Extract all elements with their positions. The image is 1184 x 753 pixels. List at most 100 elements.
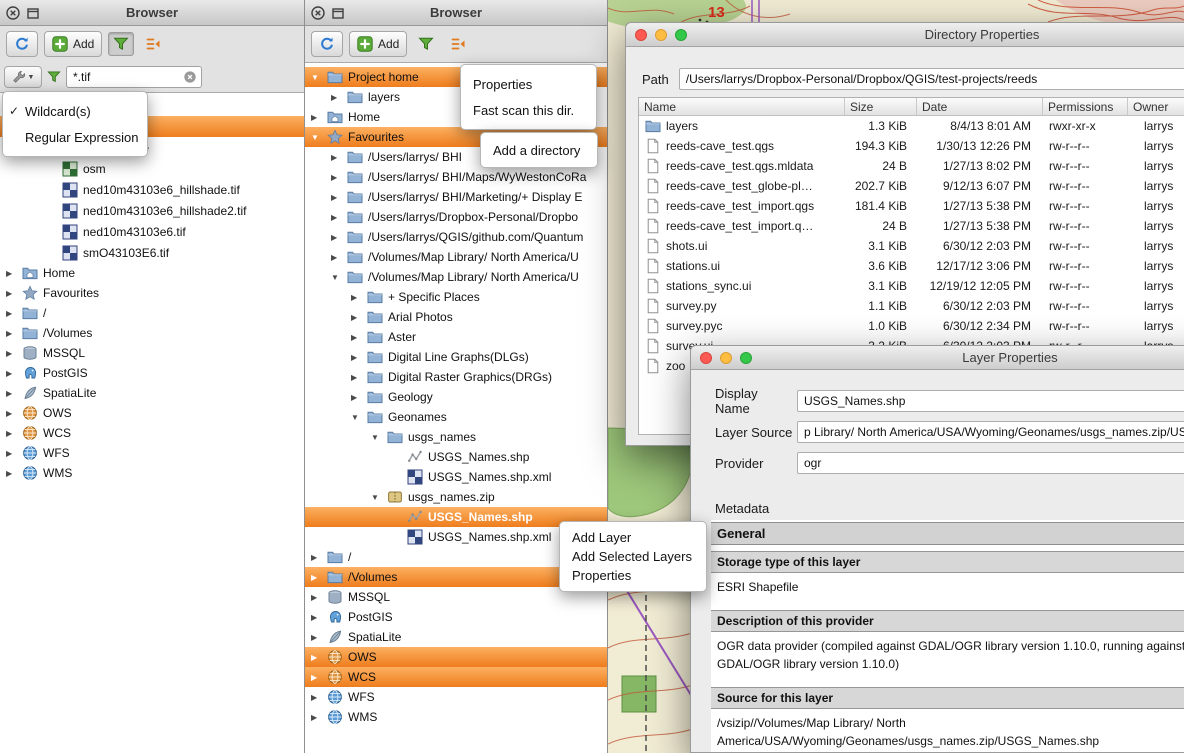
chevron-down-icon[interactable]: ▼: [371, 493, 387, 502]
column-header-owner[interactable]: Owner: [1128, 98, 1184, 115]
tree-item-ned10m43103e6-tif[interactable]: ned10m43103e6.tif: [0, 221, 304, 242]
tree-item-spatialite[interactable]: ▶SpatiaLite: [0, 383, 304, 403]
chevron-down-icon[interactable]: ▼: [371, 433, 387, 442]
layer-source-input[interactable]: [797, 421, 1184, 443]
tree-item-ows[interactable]: ▶OWS: [0, 403, 304, 423]
file-row-survey-pyc[interactable]: survey.pyc1.0 KiB6/30/12 2:34 PMrw-r--r-…: [639, 316, 1184, 336]
tree-item-volumes[interactable]: ▶/Volumes: [0, 323, 304, 343]
chevron-right-icon[interactable]: ▶: [331, 193, 347, 202]
minimize-button[interactable]: [720, 352, 732, 364]
chevron-right-icon[interactable]: ▶: [311, 613, 327, 622]
tree-item-row[interactable]: ▶/: [0, 303, 304, 323]
menu-item-properties[interactable]: Properties: [560, 566, 706, 585]
chevron-right-icon[interactable]: ▶: [6, 329, 22, 338]
chevron-right-icon[interactable]: ▶: [351, 313, 367, 322]
chevron-down-icon[interactable]: ▼: [311, 73, 327, 82]
tree-item-postgis[interactable]: ▶PostGIS: [305, 607, 607, 627]
path-input[interactable]: [679, 68, 1184, 90]
menu-item-fast-scan-this-dir[interactable]: Fast scan this dir.: [461, 97, 596, 123]
collapse-all-button[interactable]: [445, 32, 471, 56]
tree-item-geology[interactable]: ▶Geology: [305, 387, 607, 407]
filter-button[interactable]: [108, 32, 134, 56]
file-row-survey-py[interactable]: survey.py1.1 KiB6/30/12 2:03 PMrw-r--r--…: [639, 296, 1184, 316]
column-header-date[interactable]: Date: [917, 98, 1043, 115]
chevron-right-icon[interactable]: ▶: [6, 429, 22, 438]
tree-item-wms[interactable]: ▶WMS: [305, 707, 607, 727]
tree-item-osm[interactable]: osm: [0, 158, 304, 179]
tree-item-wcs[interactable]: ▶WCS: [305, 667, 607, 687]
tree-item-usgs-names-zip[interactable]: ▼usgs_names.zip: [305, 487, 607, 507]
file-row-reeds-cave-test-import-q[interactable]: reeds-cave_test_import.q…24 B1/27/13 5:3…: [639, 216, 1184, 236]
column-header-name[interactable]: Name: [639, 98, 845, 115]
menu-item-add-a-directory[interactable]: Add a directory: [481, 139, 597, 161]
menu-item-add-selected-layers[interactable]: Add Selected Layers: [560, 547, 706, 566]
tree-item-specific-places[interactable]: ▶+ Specific Places: [305, 287, 607, 307]
chevron-right-icon[interactable]: ▶: [311, 693, 327, 702]
menu-item-regular-expression[interactable]: Regular Expression: [3, 124, 147, 150]
tree-item-usgs-names-shp-xml[interactable]: USGS_Names.shp.xml: [305, 467, 607, 487]
provider-input[interactable]: [797, 452, 1184, 474]
dock-float-icon[interactable]: [330, 5, 346, 21]
close-button[interactable]: [700, 352, 712, 364]
tree-item-ned10m43103e6-hillshade2-tif[interactable]: ned10m43103e6_hillshade2.tif: [0, 200, 304, 221]
zoom-button[interactable]: [740, 352, 752, 364]
tree-item-spatialite[interactable]: ▶SpatiaLite: [305, 627, 607, 647]
chevron-right-icon[interactable]: ▶: [311, 673, 327, 682]
chevron-right-icon[interactable]: ▶: [331, 93, 347, 102]
chevron-right-icon[interactable]: ▶: [331, 153, 347, 162]
chevron-right-icon[interactable]: ▶: [331, 253, 347, 262]
minimize-button[interactable]: [655, 29, 667, 41]
chevron-right-icon[interactable]: ▶: [311, 593, 327, 602]
tree-item-geonames[interactable]: ▼Geonames: [305, 407, 607, 427]
file-row-shots-ui[interactable]: shots.ui3.1 KiB6/30/12 2:03 PMrw-r--r--l…: [639, 236, 1184, 256]
tree-item-users-larrys-dropbox-personal-dropbo[interactable]: ▶/Users/larrys/Dropbox-Personal/Dropbo: [305, 207, 607, 227]
file-row-stations-sync-ui[interactable]: stations_sync.ui3.1 KiB12/19/12 12:05 PM…: [639, 276, 1184, 296]
chevron-right-icon[interactable]: ▶: [351, 353, 367, 362]
chevron-right-icon[interactable]: ▶: [6, 469, 22, 478]
tree-item-users-larrys-bhi-marketing-display-e[interactable]: ▶/Users/larrys/ BHI/Marketing/+ Display …: [305, 187, 607, 207]
chevron-right-icon[interactable]: ▶: [331, 173, 347, 182]
tree-item-postgis[interactable]: ▶PostGIS: [0, 363, 304, 383]
column-header-size[interactable]: Size: [845, 98, 917, 115]
tree-item-volumes-map-library-north-america-u[interactable]: ▶/Volumes/Map Library/ North America/U: [305, 247, 607, 267]
chevron-right-icon[interactable]: ▶: [351, 333, 367, 342]
file-row-stations-ui[interactable]: stations.ui3.6 KiB12/17/12 3:06 PMrw-r--…: [639, 256, 1184, 276]
tree-item-users-larrys-qgis-github-com-quantum[interactable]: ▶/Users/larrys/QGIS/github.com/Quantum: [305, 227, 607, 247]
chevron-right-icon[interactable]: ▶: [351, 373, 367, 382]
tree-item-volumes-map-library-north-america-u[interactable]: ▼/Volumes/Map Library/ North America/U: [305, 267, 607, 287]
chevron-right-icon[interactable]: ▶: [311, 553, 327, 562]
filter-options-button[interactable]: ▼: [4, 66, 42, 88]
menu-item-wildcard-s[interactable]: ✓Wildcard(s): [3, 98, 147, 124]
menu-item-properties[interactable]: Properties: [461, 71, 596, 97]
chevron-right-icon[interactable]: ▶: [6, 409, 22, 418]
tree-item-digital-raster-graphics-drgs[interactable]: ▶Digital Raster Graphics(DRGs): [305, 367, 607, 387]
tree-item-ows[interactable]: ▶OWS: [305, 647, 607, 667]
zoom-button[interactable]: [675, 29, 687, 41]
chevron-right-icon[interactable]: ▶: [351, 293, 367, 302]
chevron-right-icon[interactable]: ▶: [6, 269, 22, 278]
chevron-right-icon[interactable]: ▶: [331, 213, 347, 222]
tree-item-wms[interactable]: ▶WMS: [0, 463, 304, 483]
dock-float-icon[interactable]: [25, 5, 41, 21]
chevron-down-icon[interactable]: ▼: [331, 273, 347, 282]
add-button[interactable]: Add: [349, 31, 407, 57]
tree-item-usgs-names[interactable]: ▼usgs_names: [305, 427, 607, 447]
tree-item-smo43103e6-tif[interactable]: smO43103E6.tif: [0, 242, 304, 263]
chevron-down-icon[interactable]: ▼: [311, 133, 327, 142]
filter-button[interactable]: [413, 32, 439, 56]
dock-close-icon[interactable]: [310, 5, 326, 21]
chevron-right-icon[interactable]: ▶: [311, 713, 327, 722]
file-row-layers[interactable]: layers1.3 KiB8/4/13 8:01 AMrwxr-xr-xlarr…: [639, 116, 1184, 136]
tree-item-favourites[interactable]: ▶Favourites: [0, 283, 304, 303]
chevron-right-icon[interactable]: ▶: [6, 289, 22, 298]
column-header-permissions[interactable]: Permissions: [1043, 98, 1128, 115]
tree-item-digital-line-graphs-dlgs[interactable]: ▶Digital Line Graphs(DLGs): [305, 347, 607, 367]
chevron-right-icon[interactable]: ▶: [311, 573, 327, 582]
display-name-input[interactable]: [797, 390, 1184, 412]
chevron-right-icon[interactable]: ▶: [331, 233, 347, 242]
menu-item-add-layer[interactable]: Add Layer: [560, 528, 706, 547]
chevron-down-icon[interactable]: ▼: [351, 413, 367, 422]
chevron-right-icon[interactable]: ▶: [311, 653, 327, 662]
tree-item-mssql[interactable]: ▶MSSQL: [0, 343, 304, 363]
clear-icon[interactable]: [183, 70, 197, 84]
